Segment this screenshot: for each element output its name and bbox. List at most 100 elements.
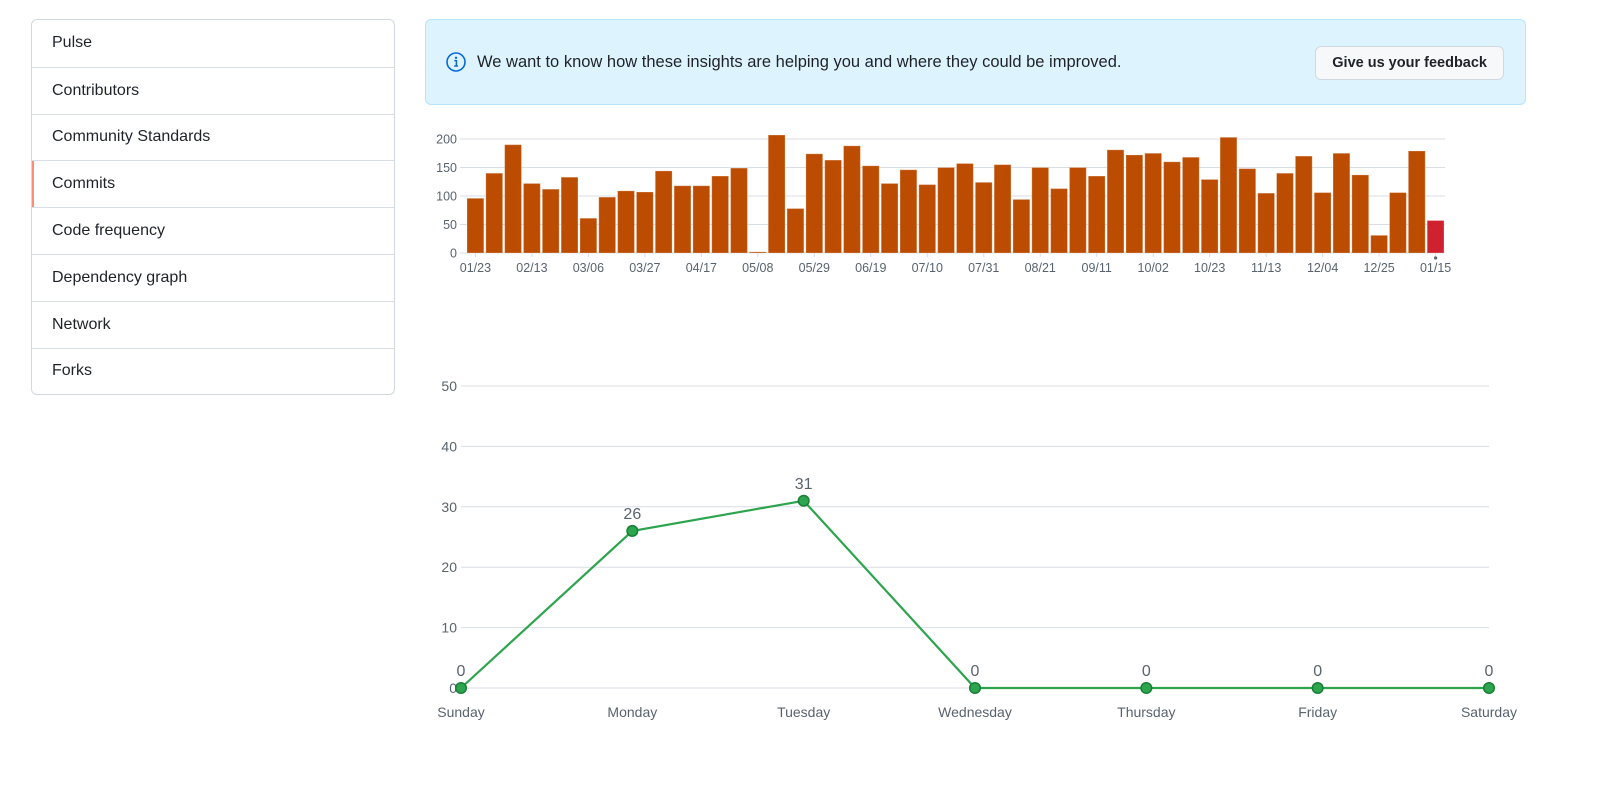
data-point[interactable]: [454, 681, 468, 695]
bar[interactable]: [1389, 192, 1407, 254]
bar-x-tick-label: 05/08: [742, 261, 773, 275]
bar[interactable]: [786, 208, 805, 254]
bar[interactable]: [1181, 156, 1200, 254]
bar[interactable]: [635, 191, 654, 254]
bar-y-tick-label: 150: [436, 161, 457, 175]
data-point[interactable]: [1482, 681, 1496, 695]
bar[interactable]: [1351, 174, 1370, 254]
bar[interactable]: [1163, 161, 1181, 254]
bar[interactable]: [805, 153, 824, 254]
bar[interactable]: [861, 165, 880, 254]
bar-x-tick-label: 06/19: [855, 261, 886, 275]
bar[interactable]: [899, 169, 918, 254]
bar[interactable]: [1012, 198, 1031, 254]
line-y-tick-label: 30: [441, 499, 457, 515]
line-x-tick-label: Wednesday: [938, 704, 1012, 720]
bar[interactable]: [654, 170, 673, 254]
bar[interactable]: [598, 196, 617, 254]
bar-x-tick-label: 01/15: [1420, 261, 1451, 275]
bar[interactable]: [1426, 220, 1445, 254]
data-point[interactable]: [797, 494, 810, 507]
data-label: 0: [1142, 663, 1151, 680]
bar-x-tick-label: 03/06: [573, 261, 604, 275]
bar[interactable]: [1050, 188, 1068, 254]
bar[interactable]: [767, 134, 786, 254]
bar[interactable]: [1068, 167, 1087, 254]
bar[interactable]: [748, 251, 767, 254]
data-label: 0: [971, 663, 980, 680]
bar[interactable]: [1219, 136, 1238, 254]
bar-x-tick-label: 01/23: [460, 261, 491, 275]
bar[interactable]: [1407, 150, 1426, 254]
bar-x-tick-label: 08/21: [1025, 261, 1056, 275]
bar[interactable]: [956, 163, 974, 254]
sidebar-item-label: Network: [52, 315, 111, 333]
bar-x-tick-label: 05/29: [799, 261, 830, 275]
data-point[interactable]: [968, 681, 982, 695]
line-x-tick-label: Sunday: [437, 704, 484, 720]
bar[interactable]: [711, 175, 730, 254]
bar[interactable]: [1087, 175, 1106, 254]
bar-x-tick-label: 07/31: [968, 261, 999, 275]
bar[interactable]: [974, 181, 993, 254]
bar[interactable]: [1370, 234, 1389, 254]
bar-y-tick-label: 0: [450, 247, 457, 261]
data-label: 0: [457, 663, 466, 680]
bar[interactable]: [673, 185, 692, 254]
data-label: 0: [1313, 663, 1322, 680]
bar[interactable]: [617, 190, 635, 254]
sidebar-item-network[interactable]: Network: [32, 300, 394, 348]
bar[interactable]: [579, 217, 598, 254]
bar[interactable]: [1200, 178, 1219, 254]
bar-y-tick-label: 100: [436, 190, 457, 204]
line-x-tick-label: Thursday: [1117, 704, 1175, 720]
bar-x-tick-label: 10/02: [1138, 261, 1169, 275]
bar[interactable]: [824, 159, 843, 254]
line-x-tick-label: Tuesday: [777, 704, 830, 720]
bar[interactable]: [730, 167, 748, 254]
data-point[interactable]: [626, 524, 639, 538]
bar[interactable]: [843, 145, 861, 254]
bar[interactable]: [993, 164, 1012, 254]
bar[interactable]: [1332, 152, 1351, 254]
sidebar-item-forks[interactable]: Forks: [32, 347, 394, 395]
data-point[interactable]: [1140, 681, 1153, 695]
bar-x-tick-label: 07/10: [912, 261, 943, 275]
bar-x-tick-label: 11/13: [1251, 261, 1281, 275]
data-label: 0: [1485, 663, 1494, 680]
current-week-marker: [1433, 256, 1438, 260]
data-label: 31: [795, 476, 813, 493]
sidebar-item-label: Forks: [52, 362, 92, 380]
bar[interactable]: [937, 167, 956, 254]
bar[interactable]: [541, 188, 560, 254]
bar[interactable]: [880, 182, 899, 254]
line-y-tick-label: 10: [441, 620, 457, 636]
bar[interactable]: [1238, 168, 1257, 254]
data-label: 26: [623, 506, 641, 523]
bar[interactable]: [918, 184, 937, 254]
bar[interactable]: [1106, 149, 1125, 254]
bar-y-tick-label: 200: [436, 133, 457, 147]
line-x-tick-label: Saturday: [1461, 704, 1517, 720]
data-point[interactable]: [1311, 681, 1324, 695]
bar-x-tick-label: 03/27: [629, 261, 660, 275]
bar-x-tick-label: 12/04: [1307, 261, 1338, 275]
bar[interactable]: [1125, 154, 1144, 254]
bar[interactable]: [1276, 172, 1294, 254]
line-x-tick-label: Friday: [1298, 704, 1337, 720]
bar[interactable]: [1294, 155, 1313, 254]
bar[interactable]: [1257, 192, 1276, 254]
bar[interactable]: [1313, 192, 1332, 254]
bar[interactable]: [692, 185, 711, 254]
bar[interactable]: [560, 176, 579, 254]
bar-y-tick-label: 50: [443, 218, 457, 232]
bar[interactable]: [1031, 167, 1050, 254]
bar[interactable]: [1144, 152, 1163, 254]
bar[interactable]: [504, 144, 522, 254]
bar[interactable]: [485, 172, 504, 254]
bar[interactable]: [522, 182, 541, 254]
weekly-commits-bar-chart: 0 50 100 150 200 01/23 02/13 03/06 03/27 04/17 05/…: [436, 133, 1451, 276]
line-x-tick-label: Monday: [607, 704, 657, 720]
bar[interactable]: [466, 197, 485, 254]
bar-x-tick-label: 10/23: [1194, 261, 1225, 275]
